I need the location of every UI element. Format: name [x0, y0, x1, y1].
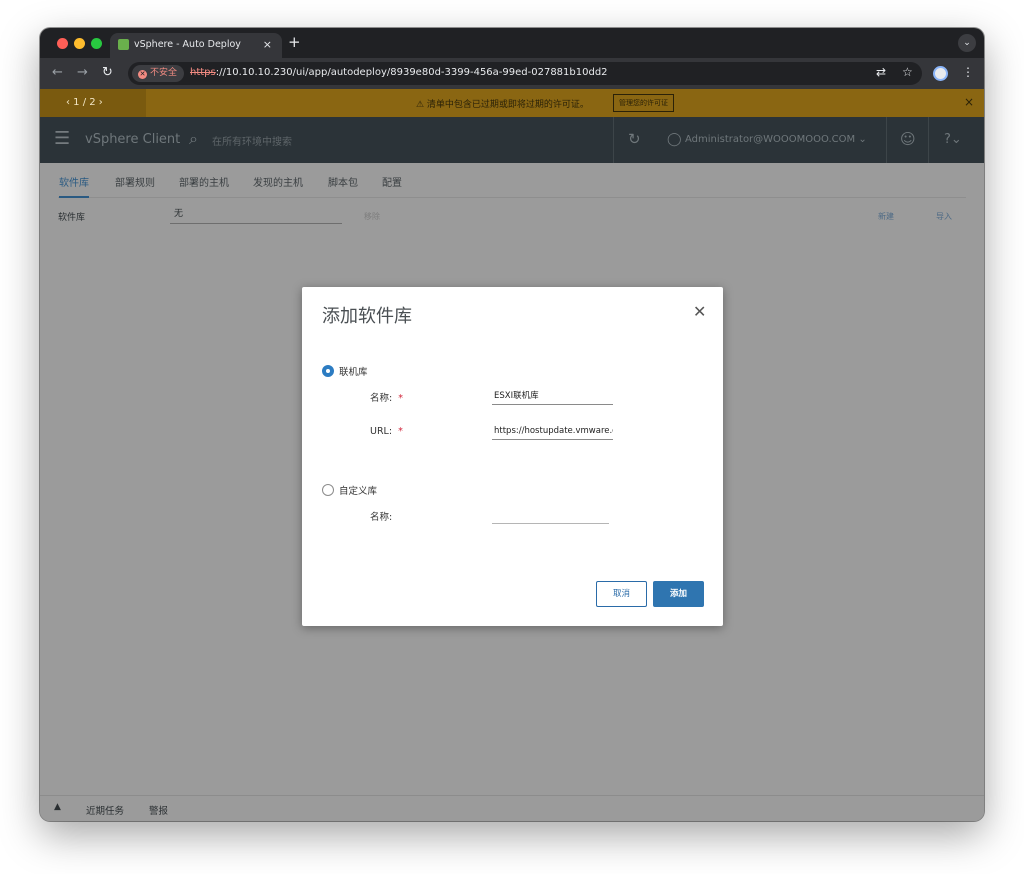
recent-tasks-tab[interactable]: 近期任务 — [86, 803, 124, 817]
online-depot-radio[interactable] — [322, 365, 334, 377]
warning-x-icon: ✕ — [138, 70, 147, 79]
tab-deployed-hosts[interactable]: 部署的主机 — [179, 174, 229, 198]
new-button[interactable]: 新建 — [878, 211, 894, 222]
dialog-title: 添加软件库 — [322, 306, 412, 327]
cancel-button[interactable]: 取消 — [596, 581, 647, 607]
user-menu[interactable]: Administrator@WOOOMOOO.COM ⌄ — [685, 134, 867, 145]
custom-depot-radio[interactable] — [322, 484, 334, 496]
library-label: 软件库 — [58, 213, 86, 223]
vsphere-favicon-icon — [118, 39, 129, 50]
divider — [886, 117, 887, 163]
license-message: ⚠ 清单中包含已过期或即将过期的许可证。 — [416, 100, 589, 110]
translate-icon[interactable]: ⇄ — [876, 65, 886, 79]
tab-close-icon[interactable]: × — [263, 38, 272, 51]
tab-title: vSphere - Auto Deploy — [134, 39, 241, 50]
tab-deploy-rules[interactable]: 部署规则 — [115, 174, 155, 198]
custom-name-input[interactable] — [492, 506, 609, 524]
help-icon[interactable]: ?⌄ — [944, 132, 962, 147]
feedback-smiley-icon[interactable]: ☺ — [900, 130, 916, 148]
browser-menu-icon[interactable]: ⋮ — [962, 65, 974, 79]
manage-license-button[interactable]: 管理您的许可证 — [613, 94, 674, 112]
add-button[interactable]: 添加 — [653, 581, 704, 607]
bottom-task-bar: ▲ 近期任务 警报 — [40, 795, 984, 821]
new-tab-button[interactable]: + — [288, 33, 301, 51]
add-software-depot-dialog: 添加软件库 ✕ 联机库 名称: * ESXI联机库 URL: * https://h… — [302, 287, 723, 626]
divider — [613, 117, 614, 163]
close-window-button[interactable] — [57, 38, 68, 49]
online-name-input[interactable]: ESXI联机库 — [492, 387, 613, 405]
url-path: ://10.10.10.230/ui/app/autodeploy/8939e8… — [215, 67, 608, 78]
user-icon: ◯ — [667, 132, 682, 147]
menu-icon[interactable]: ☰ — [54, 130, 70, 148]
url-scheme: https — [190, 67, 216, 78]
import-button[interactable]: 导入 — [936, 211, 952, 222]
tab-script-bundles[interactable]: 脚本包 — [328, 174, 358, 198]
url-text[interactable]: https://10.10.10.230/ui/app/autodeploy/8… — [190, 67, 608, 78]
online-name-label: 名称: * — [370, 390, 403, 404]
chevron-up-icon[interactable]: ▲ — [54, 802, 61, 812]
license-warning-bar: ‹ 1 / 2 › ⚠ 清单中包含已过期或即将过期的许可证。 管理您的许可证 × — [40, 89, 984, 117]
close-icon[interactable]: ✕ — [693, 304, 706, 320]
online-depot-label: 联机库 — [339, 367, 368, 378]
custom-name-label: 名称: — [370, 512, 393, 523]
alert-pager[interactable]: ‹ 1 / 2 › — [40, 89, 146, 117]
security-label: 不安全 — [150, 68, 178, 78]
refresh-icon[interactable]: ↻ — [628, 130, 641, 148]
browser-toolbar: ← → ↻ ✕ 不安全 https://10.10.10.230/ui/app/a… — [40, 58, 984, 89]
alarms-tab[interactable]: 警报 — [149, 803, 168, 817]
library-select[interactable]: 无 — [170, 207, 342, 224]
forward-arrow-icon[interactable]: → — [77, 65, 88, 80]
reload-icon[interactable]: ↻ — [102, 65, 113, 80]
tab-software-depots[interactable]: 软件库 — [59, 174, 89, 198]
bookmark-star-icon[interactable]: ☆ — [902, 65, 913, 79]
remove-button[interactable]: 移除 — [364, 211, 380, 222]
online-url-label: URL: * — [370, 426, 403, 437]
brand-title[interactable]: vSphere Client — [85, 132, 180, 147]
browser-tab[interactable]: vSphere - Auto Deploy × — [110, 33, 282, 58]
security-warning-chip[interactable]: ✕ 不安全 — [132, 65, 185, 82]
tab-strip: vSphere - Auto Deploy × + ⌄ — [40, 28, 984, 58]
minimize-window-button[interactable] — [74, 38, 85, 49]
online-url-input[interactable]: https://hostupdate.vmware.com/software/V… — [492, 422, 613, 440]
subtab-bar: 软件库 部署规则 部署的主机 发现的主机 脚本包 配置 — [58, 174, 966, 198]
online-name-label-text: 名称: — [370, 393, 393, 404]
tab-search-button[interactable]: ⌄ — [958, 34, 976, 52]
tab-configure[interactable]: 配置 — [382, 174, 402, 198]
address-bar[interactable]: ✕ 不安全 https://10.10.10.230/ui/app/autodep… — [128, 62, 922, 85]
search-icon[interactable]: ⌕ — [189, 129, 198, 149]
vsphere-header: ☰ vSphere Client ⌕ 在所有环境中搜索 ↻ ◯ Administ… — [40, 117, 984, 163]
online-url-label-text: URL: — [370, 426, 393, 437]
search-input[interactable]: 在所有环境中搜索 — [212, 133, 292, 148]
required-mark: * — [398, 426, 403, 437]
close-icon[interactable]: × — [964, 95, 974, 109]
profile-avatar[interactable] — [933, 66, 948, 81]
required-mark: * — [398, 393, 403, 404]
custom-depot-label: 自定义库 — [339, 486, 378, 497]
tab-discovered-hosts[interactable]: 发现的主机 — [253, 174, 303, 198]
maximize-window-button[interactable] — [91, 38, 102, 49]
back-arrow-icon[interactable]: ← — [52, 65, 63, 80]
divider — [928, 117, 929, 163]
